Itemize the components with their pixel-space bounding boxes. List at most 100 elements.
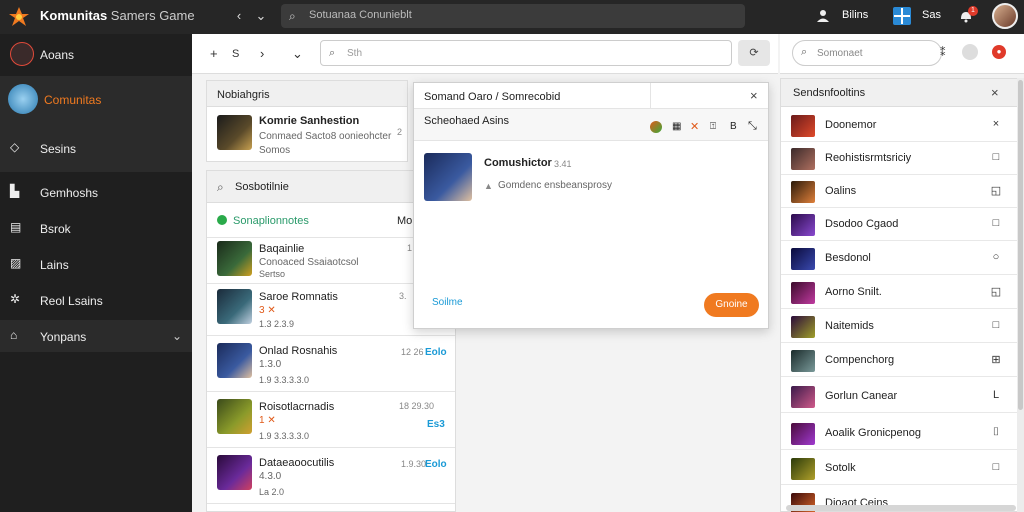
user-label[interactable]: Bilins — [842, 9, 868, 21]
chevron-down-icon[interactable]: ⌄ — [292, 46, 303, 62]
featured-badge: 2 — [397, 127, 403, 137]
chevron-right-icon[interactable]: › — [260, 46, 264, 61]
game-thumbnail[interactable] — [791, 316, 815, 338]
lock-icon[interactable]: ⍐ — [710, 121, 716, 132]
row-action-icon[interactable]: □ — [989, 319, 1003, 331]
list-item-label: Reohistisrmtsriciy — [825, 152, 912, 164]
chevron-down-icon[interactable]: ⌄ — [254, 8, 268, 24]
list-item[interactable]: Oalins ◱ — [781, 175, 1019, 208]
row-action-icon[interactable]: □ — [989, 151, 1003, 163]
sidebar-item-bsrok[interactable]: ▤ Bsrok — [0, 218, 192, 240]
filter-label[interactable]: Sonaplionnotes — [233, 215, 309, 227]
game-thumbnail[interactable] — [217, 455, 252, 490]
sidebar-item-reol-lsains[interactable]: ✲ Reol Lsains — [0, 290, 192, 312]
list-item-tag[interactable]: Eolo — [425, 459, 447, 470]
badge-label[interactable]: Sas — [922, 9, 941, 21]
list-item-title[interactable]: Roisotlacrnadis — [259, 401, 334, 413]
list-item[interactable]: Compenchorg ⊞ — [781, 344, 1019, 377]
list-item[interactable]: Doonemor × — [781, 109, 1019, 142]
row-action-icon[interactable]: L — [989, 389, 1003, 401]
search-icon[interactable]: ⌕ — [217, 180, 224, 195]
search-input[interactable]: ⌕ Sth — [320, 40, 732, 66]
refresh-button[interactable]: ⟳ — [738, 40, 770, 66]
list-item[interactable]: Aorno Snilt. ◱ — [781, 276, 1019, 309]
game-thumbnail[interactable] — [791, 386, 815, 408]
expand-icon[interactable]: ⤡ — [748, 120, 757, 133]
game-thumbnail[interactable] — [791, 181, 815, 203]
row-action-icon[interactable]: ○ — [989, 251, 1003, 263]
close-icon[interactable]: × — [991, 85, 999, 100]
row-action-icon[interactable]: □ — [989, 461, 1003, 473]
list-item-title[interactable]: Baqainlie — [259, 243, 304, 255]
row-action-icon[interactable]: ⊞ — [989, 353, 1003, 366]
bold-icon[interactable]: B — [730, 121, 737, 132]
scrollbar[interactable] — [1017, 78, 1024, 512]
row-action-icon[interactable]: □ — [989, 217, 1003, 229]
list-item-tag[interactable]: Eolo — [425, 347, 447, 358]
row-action-icon[interactable]: × — [989, 118, 1003, 130]
shuffle-icon[interactable]: ✕ — [690, 120, 699, 133]
confirm-button[interactable]: Gnoine — [704, 293, 759, 317]
list-item-num: 12 26 — [401, 347, 424, 357]
avatar[interactable] — [962, 44, 978, 60]
game-thumbnail[interactable] — [424, 153, 472, 201]
popup-item-extra: 3.41 — [554, 159, 572, 169]
game-thumbnail[interactable] — [791, 214, 815, 236]
featured-header: Nobiahgris — [217, 89, 270, 101]
sidebar-item-lains[interactable]: ▨ Lains — [0, 254, 192, 276]
list-item[interactable]: Dsodoo Cgaod □ — [781, 208, 1019, 241]
list-item[interactable]: Naitemids □ — [781, 310, 1019, 343]
list-item-title[interactable]: Onlad Rosnahis — [259, 345, 337, 357]
calendar-icon[interactable]: ▦ — [672, 121, 681, 132]
list-item[interactable]: Besdonol ○ — [781, 242, 1019, 275]
user-icon[interactable] — [816, 9, 830, 23]
top-search-input[interactable]: ⌕ Sotuanaa Conunieblt — [281, 4, 745, 28]
game-thumbnail[interactable] — [217, 343, 252, 378]
game-thumbnail[interactable] — [217, 289, 252, 324]
sidebar-item-sesins[interactable]: ◇ Sesins — [0, 138, 192, 160]
list-item[interactable]: Sotolk □ — [781, 452, 1019, 485]
s-button[interactable]: S — [232, 48, 239, 60]
list-item-tag[interactable]: Es3 — [427, 419, 445, 430]
featured-title[interactable]: Komrie Sanhestion — [259, 115, 359, 127]
list-item[interactable]: Gorlun Canear L — [781, 380, 1019, 413]
popup-link[interactable]: Soilme — [432, 297, 463, 308]
sidebar-item-gemhoshs[interactable]: ▙ Gemhoshs — [0, 182, 192, 204]
row-action-icon[interactable]: ◱ — [989, 285, 1003, 298]
popup-item-name[interactable]: Comushictor — [484, 157, 552, 169]
game-thumbnail[interactable] — [791, 148, 815, 170]
game-thumbnail[interactable] — [791, 423, 815, 445]
game-thumbnail[interactable] — [791, 350, 815, 372]
add-button[interactable]: + — [210, 46, 218, 61]
avatar[interactable] — [992, 3, 1018, 29]
sidebar-item-aoans[interactable]: Aoans — [0, 42, 192, 68]
right-toolbar: ⌕ Somonaet ⁑ ● — [780, 34, 1024, 74]
filter-right[interactable]: Mo — [397, 215, 412, 227]
row-action-icon[interactable]: ⌷ — [989, 426, 1003, 439]
list-item[interactable]: Reohistisrmtsriciy □ — [781, 142, 1019, 175]
game-thumbnail[interactable] — [791, 248, 815, 270]
close-icon[interactable]: × — [750, 88, 758, 103]
sidebar-item-label: Yonpans — [40, 330, 87, 344]
game-thumbnail[interactable] — [791, 282, 815, 304]
gamepad-icon[interactable] — [650, 121, 662, 133]
list-item[interactable]: Aoalik Gronicpenog ⌷ — [781, 417, 1019, 450]
list-search-label[interactable]: Sosbotilnie — [235, 181, 289, 193]
sidebar-item-comunitas[interactable]: Comunitas — [0, 82, 192, 118]
game-thumbnail[interactable] — [791, 115, 815, 137]
chevron-down-icon: ⌄ — [172, 329, 183, 343]
game-thumbnail[interactable] — [217, 115, 252, 150]
list-item-title[interactable]: Saroe Romnatis — [259, 291, 338, 303]
game-thumbnail[interactable] — [791, 458, 815, 480]
back-arrow-icon[interactable]: ‹ — [232, 8, 246, 23]
sidebar-item-yonpans[interactable]: ⌂ Yonpans ⌄ — [0, 326, 192, 348]
row-action-icon[interactable]: ◱ — [989, 184, 1003, 197]
list-item-title[interactable]: Dataeaoocutilis — [259, 457, 334, 469]
game-thumbnail[interactable] — [217, 241, 252, 276]
notification-icon[interactable]: ● — [992, 45, 1006, 59]
grid-icon[interactable] — [892, 6, 912, 26]
sort-icon[interactable]: ⁑ — [940, 46, 946, 59]
right-search-input[interactable]: ⌕ Somonaet — [792, 40, 942, 66]
horizontal-scrollbar[interactable] — [786, 505, 1016, 511]
game-thumbnail[interactable] — [217, 399, 252, 434]
